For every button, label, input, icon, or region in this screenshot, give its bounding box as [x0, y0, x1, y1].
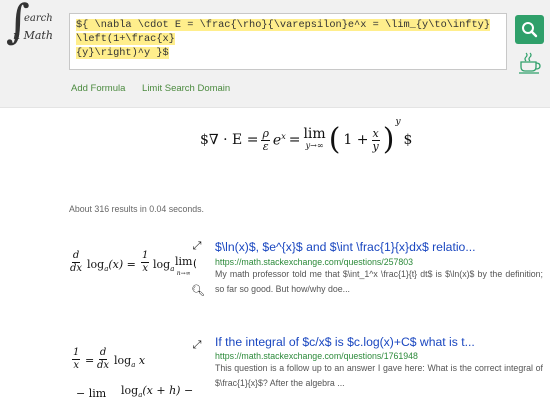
rho-over-epsilon: ρ ε — [261, 126, 270, 153]
thumb-log2: loga — [153, 258, 174, 273]
log-text: log — [114, 354, 132, 367]
lim-subscript: n→∞ — [176, 270, 191, 277]
log-text: log — [121, 384, 139, 397]
frac-den: y — [372, 139, 379, 153]
magnifier-icon[interactable]: 🔍︎ — [191, 285, 205, 297]
result-snippet: This question is a follow up to an answe… — [215, 363, 543, 388]
power-y: y — [395, 117, 401, 127]
exp-term: ex — [273, 132, 286, 149]
thumb-log-term: loga x — [114, 354, 145, 369]
frac-den: dx — [97, 360, 110, 371]
add-formula-link[interactable]: Add Formula — [71, 83, 125, 94]
one-over-x: 1 x — [72, 347, 81, 372]
one-over-x: 1 x — [141, 250, 150, 275]
right-paren: ) — [382, 122, 395, 157]
frac-den: dx — [70, 263, 83, 274]
limit-search-domain-link[interactable]: Limit Search Domain — [142, 83, 230, 94]
result-title-link[interactable]: $\ln(x)$, $e^{x}$ and $\int \frac{1}{x}d… — [215, 240, 475, 254]
d-over-dx: d dx — [97, 347, 109, 372]
frac-den: x — [73, 360, 79, 371]
teacup-icon[interactable] — [517, 52, 543, 74]
lim-text: lim — [303, 126, 326, 142]
exp-base: e — [272, 132, 282, 149]
logo-line-2: n Math — [13, 29, 53, 42]
lim-text: lim — [175, 255, 193, 268]
results-summary: About 316 results in 0.04 seconds. — [69, 204, 204, 214]
logo-line-1: earch — [24, 13, 53, 24]
d-over-dx: d dx — [70, 250, 82, 275]
left-paren: ( — [328, 122, 341, 157]
formula-lhs: $∇ · E = — [200, 132, 259, 148]
limit-operator: lim y→∞ — [303, 126, 326, 152]
frac-num: 1 — [141, 250, 150, 263]
one-plus: 1 + — [343, 132, 369, 148]
formula-end: $ — [403, 132, 413, 148]
rendered-query-formula: $∇ · E = ρ ε ex = lim y→∞ ( 1 + x y ) y … — [200, 117, 412, 163]
frac-den: ε — [262, 139, 269, 153]
thumb-line2: loga(x + h) − — [121, 384, 193, 399]
search-header: ∫ earch n Math ${ \nabla \cdot E = \frac… — [0, 0, 550, 108]
query-line-2: {y}\right)^y }$ — [76, 47, 169, 59]
search-button[interactable] — [515, 15, 544, 44]
formula-query-input[interactable]: ${ \nabla \cdot E = \frac{\rho}{\varepsi… — [69, 13, 507, 70]
frac-num: ρ — [261, 126, 270, 141]
thumb-x: (x) = — [108, 258, 136, 271]
frac-den: x — [142, 263, 148, 274]
exp-sup: x — [281, 131, 286, 141]
result-url[interactable]: https://math.stackexchange.com/questions… — [215, 257, 413, 267]
result-formula-thumbnail[interactable]: 1 x = d dx loga x − lim loga(x + h) − — [66, 345, 196, 403]
search-on-math-logo[interactable]: ∫ earch n Math — [2, 0, 64, 68]
log-base: a — [131, 361, 136, 370]
thumb-eq: = — [85, 354, 95, 367]
frac-num: 1 — [72, 347, 81, 360]
result-title-link[interactable]: If the integral of $c/x$ is $c.log(x)+C$… — [215, 335, 475, 349]
expand-icon[interactable]: ⤢ — [191, 339, 203, 351]
expand-icon[interactable]: ⤢ — [191, 240, 203, 252]
thumb-lim: lim n→∞ — [175, 256, 192, 280]
frac-num: d — [98, 347, 108, 360]
frac-num: x — [371, 126, 380, 141]
thumb-tail: (: — [193, 257, 196, 270]
log-base: a — [170, 265, 175, 274]
thumb-x: x — [138, 354, 146, 367]
result-snippet: My math professor told me that $\int_1^x… — [215, 269, 543, 294]
query-options: Add Formula Limit Search Domain — [71, 83, 244, 94]
x-over-y: x y — [371, 126, 380, 153]
log-text: log — [87, 258, 105, 271]
log-text: log — [153, 258, 171, 271]
thumb-lim: − lim — [76, 387, 107, 400]
equals-sign: = — [288, 132, 301, 148]
frac-num: d — [71, 250, 81, 263]
lim-subscript: y→∞ — [305, 141, 324, 150]
search-icon — [522, 22, 538, 38]
result-formula-thumbnail[interactable]: d dx loga(x) = 1 x loga lim n→∞ (: — [66, 250, 196, 290]
thumb-tail: (x + h) − — [142, 384, 194, 397]
result-url[interactable]: https://math.stackexchange.com/questions… — [215, 351, 418, 361]
query-line-1: ${ \nabla \cdot E = \frac{\rho}{\varepsi… — [76, 19, 491, 45]
thumb-log-term: loga(x) = — [87, 258, 136, 273]
